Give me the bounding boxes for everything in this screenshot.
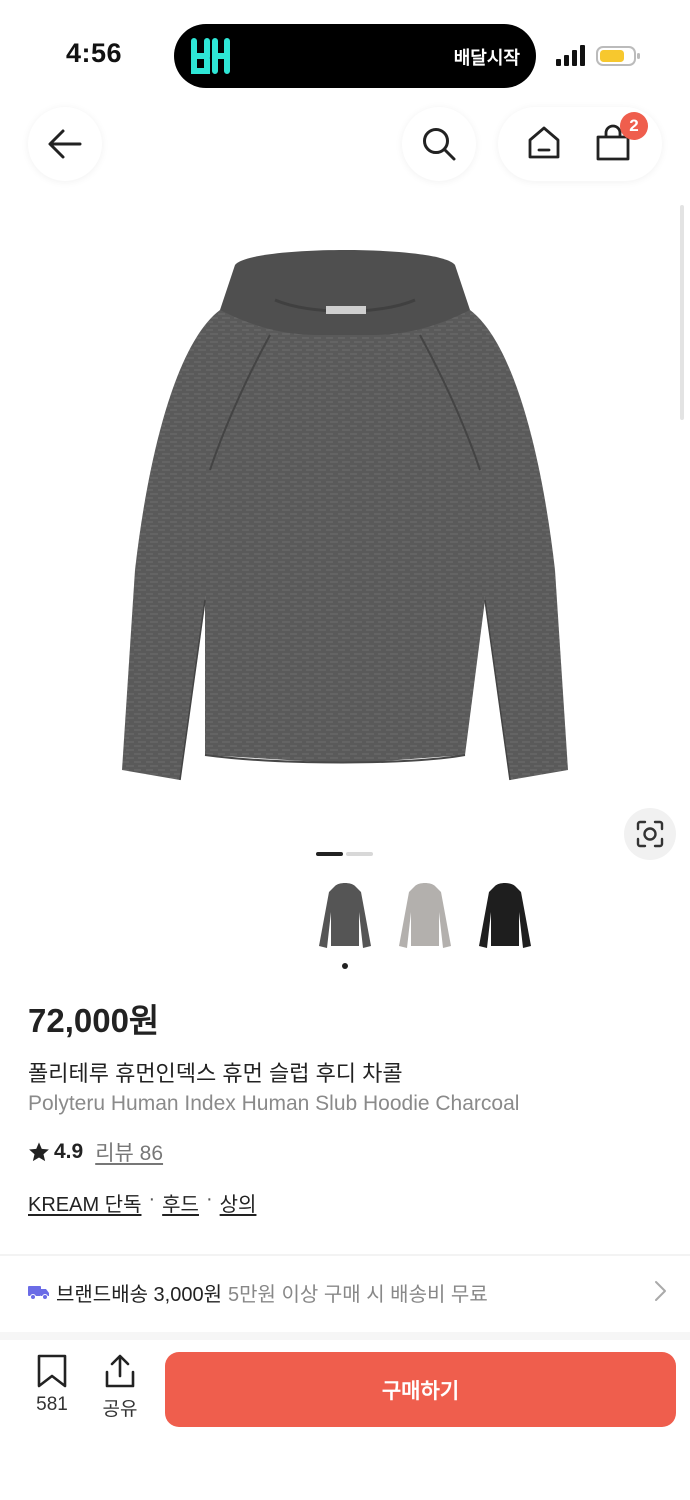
product-price: 72,000원 xyxy=(28,1002,160,1039)
tag-hood[interactable]: 후드 xyxy=(162,1188,199,1217)
star-icon xyxy=(29,1142,49,1162)
battery-icon xyxy=(596,46,640,66)
tag-kream-exclusive[interactable]: KREAM 단독 xyxy=(28,1188,141,1217)
hoodie-thumb-light-grey xyxy=(399,883,451,948)
review-link[interactable]: 리뷰 86 xyxy=(95,1137,163,1167)
rating-value: 4.9 xyxy=(54,1140,84,1163)
back-button[interactable] xyxy=(28,107,102,181)
divider xyxy=(0,1332,690,1340)
variant-thumb-black[interactable] xyxy=(472,876,538,956)
image-pagination xyxy=(316,852,373,856)
color-variants xyxy=(312,876,538,956)
island-status-text: 배달시작 xyxy=(453,48,520,68)
variant-thumb-light-grey[interactable] xyxy=(392,876,458,956)
shipping-note: 5만원 이상 구매 시 배송비 무료 xyxy=(228,1283,488,1306)
selected-variant-indicator xyxy=(342,963,348,969)
rating-row: 4.9 리뷰 86 xyxy=(28,1137,163,1167)
pagination-dot xyxy=(346,852,373,856)
lens-icon xyxy=(636,820,664,848)
status-bar: 4:56 배달시작 xyxy=(0,0,690,100)
buy-button[interactable]: 구매하기 xyxy=(165,1352,676,1427)
share-label: 공유 xyxy=(102,1399,138,1420)
back-arrow-icon xyxy=(48,129,82,159)
shipping-label: 브랜드배송 3,000원 xyxy=(56,1283,223,1306)
hoodie-thumb-charcoal xyxy=(319,883,371,948)
variant-thumb-charcoal[interactable] xyxy=(312,876,378,956)
scrollbar[interactable] xyxy=(680,205,684,420)
product-name-en: Polyteru Human Index Human Slub Hoodie C… xyxy=(28,1092,520,1115)
product-image[interactable] xyxy=(110,240,580,800)
dynamic-island[interactable]: 배달시작 xyxy=(174,24,536,88)
hoodie-thumb-black xyxy=(479,883,531,948)
cart-button[interactable]: 2 xyxy=(594,112,648,164)
bookmark-icon xyxy=(37,1354,67,1388)
status-time: 4:56 xyxy=(66,38,123,68)
shipping-info-row[interactable]: 브랜드배송 3,000원 5만원 이상 구매 시 배송비 무료 xyxy=(28,1276,668,1308)
signal-icon xyxy=(556,45,585,66)
search-button[interactable] xyxy=(402,107,476,181)
bookmark-count: 581 xyxy=(36,1394,68,1415)
share-button[interactable]: 공유 xyxy=(90,1354,150,1421)
share-icon xyxy=(105,1354,135,1388)
search-icon xyxy=(423,128,456,161)
tag-separator: · xyxy=(205,1188,213,1210)
divider xyxy=(0,1254,690,1256)
home-icon xyxy=(528,126,560,158)
visual-search-button[interactable] xyxy=(624,808,676,860)
cart-count-badge: 2 xyxy=(620,112,648,140)
bookmark-button[interactable]: 581 xyxy=(22,1354,82,1416)
tag-top[interactable]: 상의 xyxy=(220,1188,257,1217)
product-name-ko: 폴리테루 휴먼인덱스 휴먼 슬럽 후디 차콜 xyxy=(28,1061,403,1086)
bottom-action-bar: 581 공유 구매하기 xyxy=(0,1340,690,1500)
chevron-right-icon xyxy=(655,1281,666,1301)
truck-icon xyxy=(28,1286,49,1300)
tag-separator: · xyxy=(148,1188,156,1210)
pagination-dot-active xyxy=(316,852,343,856)
home-cart-group: 2 xyxy=(498,107,662,181)
category-tags: KREAM 단독 · 후드 · 상의 xyxy=(28,1188,256,1217)
baemin-logo-icon xyxy=(191,38,230,74)
home-button[interactable] xyxy=(526,124,562,165)
